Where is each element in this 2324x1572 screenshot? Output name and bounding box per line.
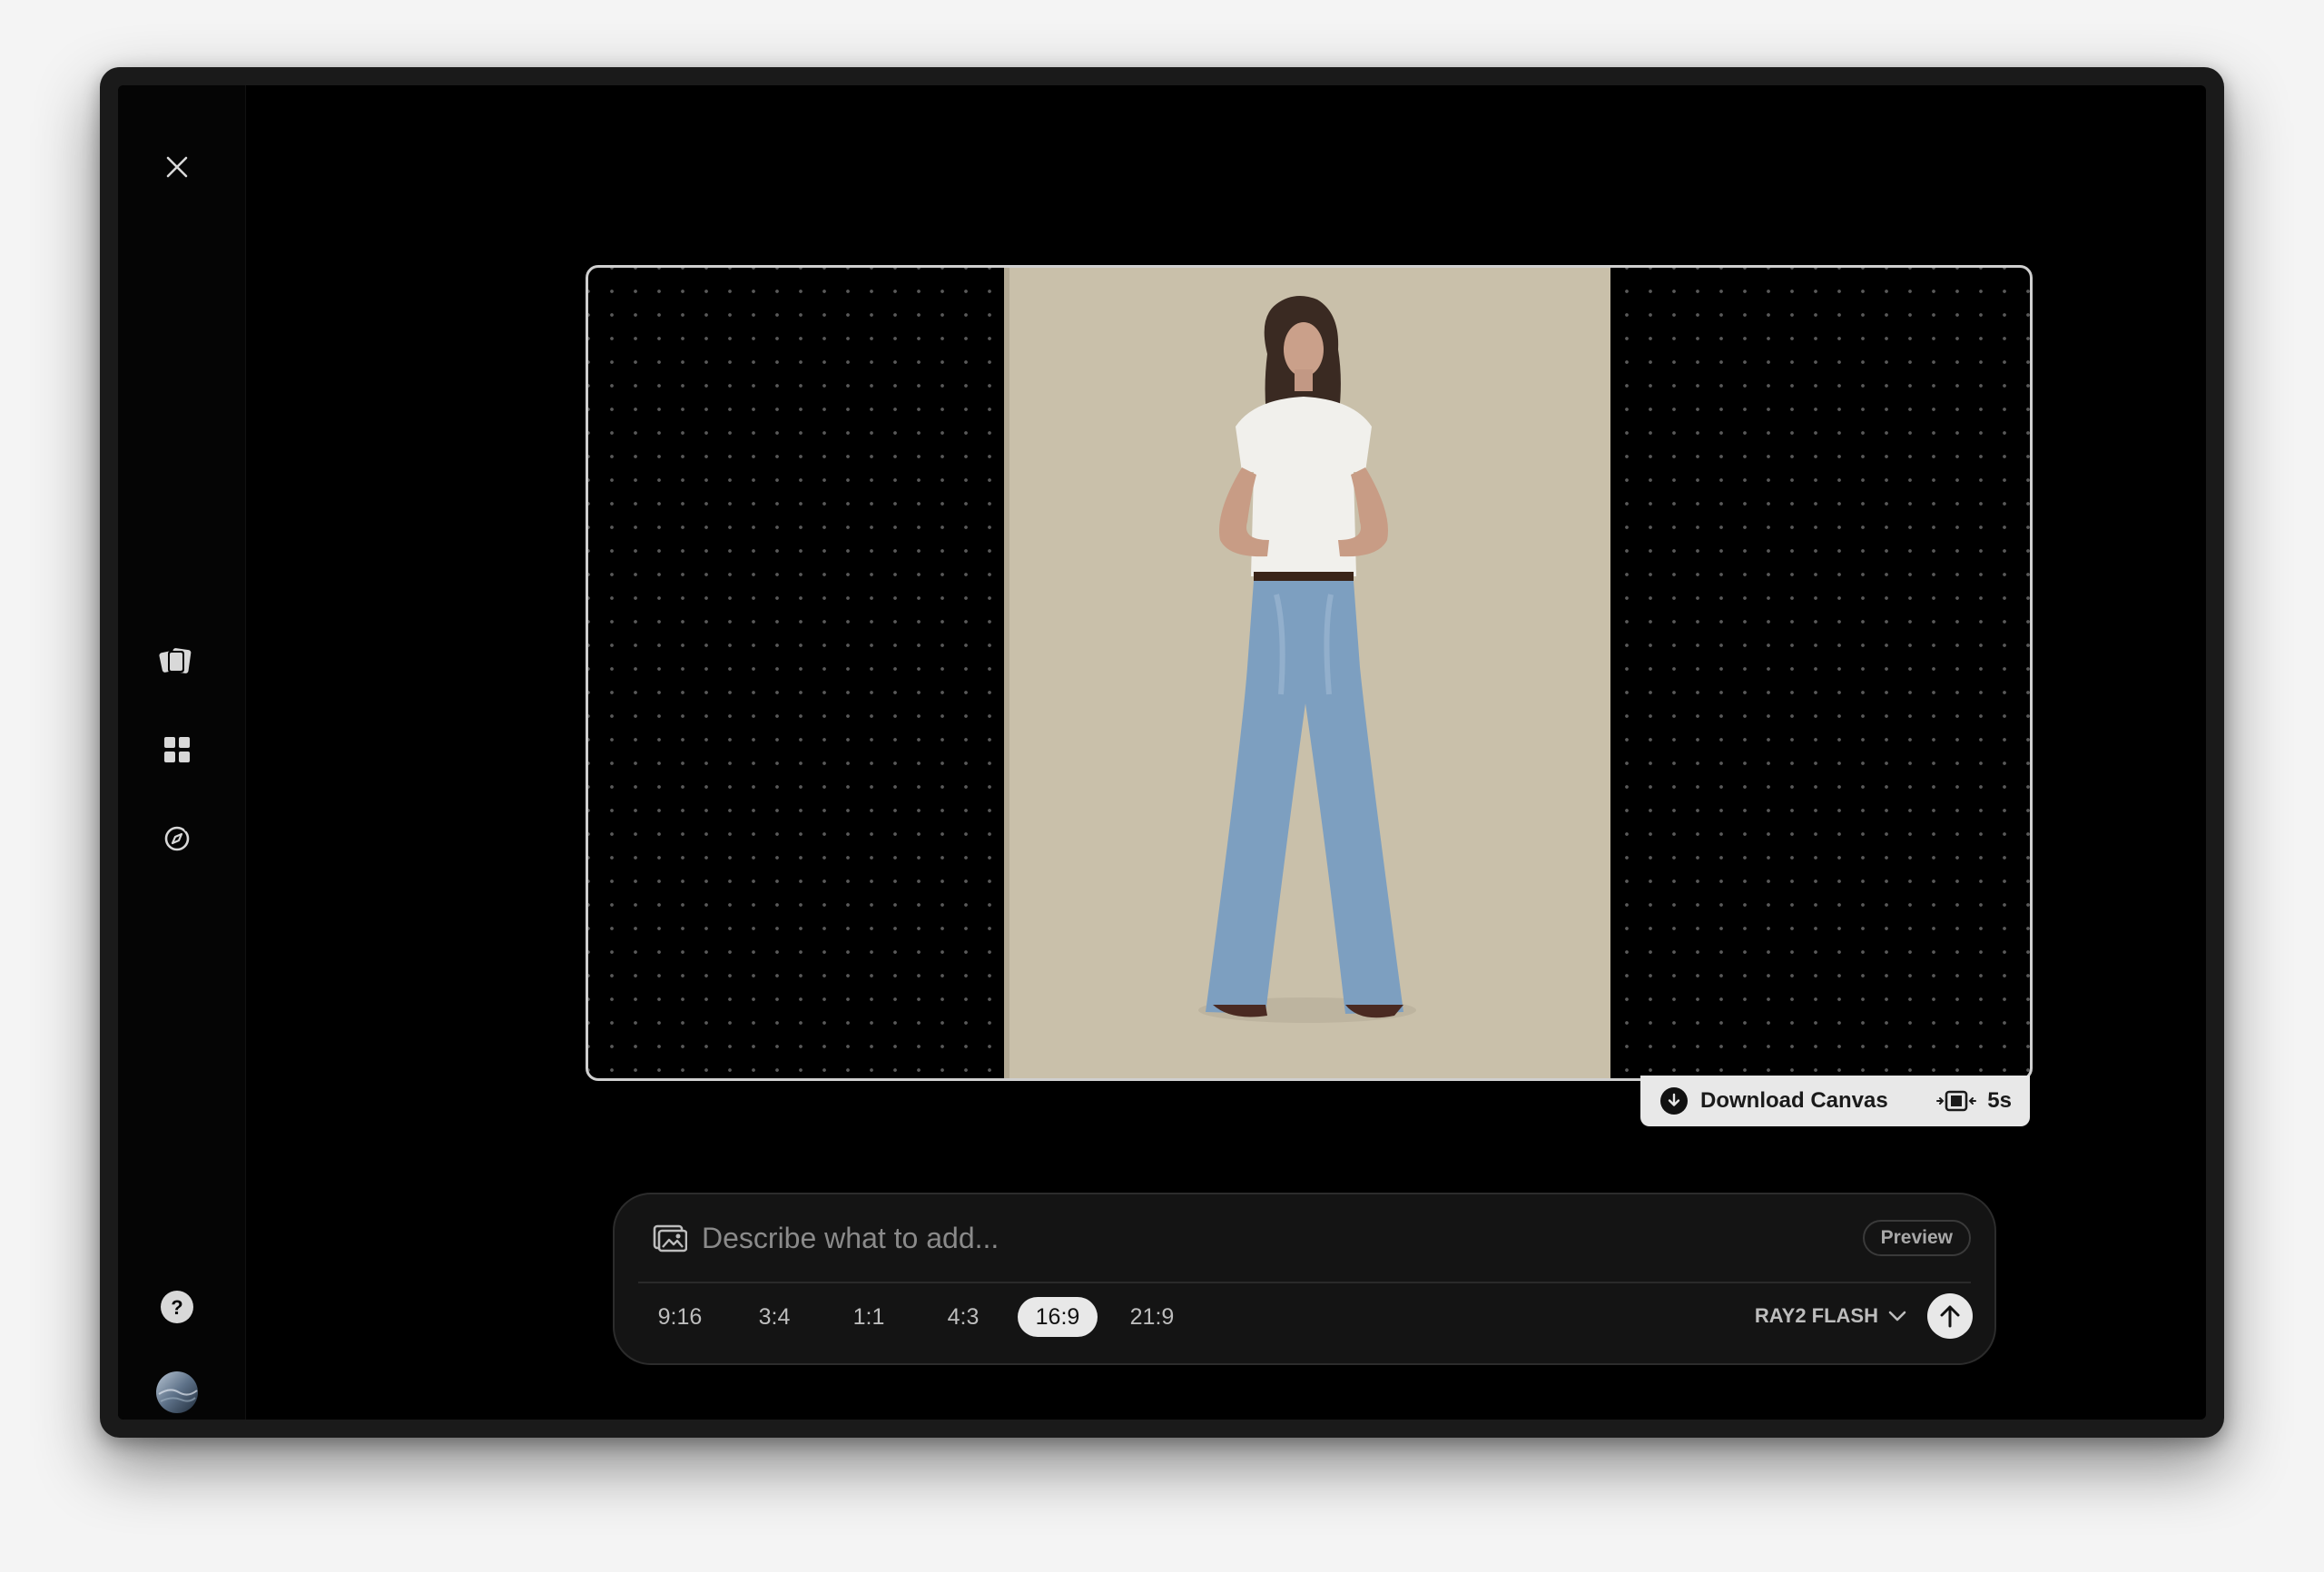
- grid-icon: [164, 737, 190, 762]
- ideas-button[interactable]: [150, 811, 204, 866]
- download-canvas-button[interactable]: Download Canvas: [1660, 1087, 1888, 1115]
- prompt-divider: [638, 1282, 1971, 1283]
- aspect-ratio-group: 9:16 3:4 1:1 4:3 16:9 21:9: [640, 1296, 1192, 1338]
- model-selector[interactable]: RAY2 FLASH: [1755, 1304, 1907, 1328]
- ratio-1-1-button[interactable]: 1:1: [829, 1297, 909, 1337]
- svg-text:?: ?: [171, 1296, 182, 1319]
- avatar: [156, 1371, 198, 1413]
- ratio-9-16-button[interactable]: 9:16: [640, 1297, 720, 1337]
- sidebar: ?: [118, 85, 246, 1420]
- model-area: RAY2 FLASH: [1755, 1292, 1973, 1340]
- prompt-row: Preview: [651, 1214, 1971, 1262]
- preview-button[interactable]: Preview: [1862, 1220, 1971, 1256]
- help-icon: ?: [161, 1291, 193, 1323]
- boards-button[interactable]: [150, 634, 204, 688]
- help-button[interactable]: ?: [150, 1280, 204, 1334]
- app-window: ? Download Canvas 5s Describe what to ad…: [100, 67, 2224, 1438]
- canvas-image: [1004, 268, 1610, 1078]
- image-upload-button[interactable]: [651, 1219, 689, 1257]
- model-label: RAY2 FLASH: [1754, 1304, 1878, 1327]
- grid-button[interactable]: [150, 722, 204, 777]
- submit-button[interactable]: [1927, 1293, 1973, 1339]
- canvas-toolbar: Download Canvas 5s: [1640, 1076, 2030, 1126]
- chevron-down-icon: [1888, 1311, 1906, 1321]
- close-button[interactable]: [150, 140, 204, 194]
- profile-button[interactable]: [150, 1365, 204, 1420]
- canvas-area[interactable]: [586, 265, 2033, 1081]
- ratio-3-4-button[interactable]: 3:4: [734, 1297, 814, 1337]
- arrow-up-icon: [1940, 1305, 1960, 1328]
- cards-icon: [159, 648, 192, 673]
- prompt-input[interactable]: [700, 1220, 1863, 1256]
- duration-label: 5s: [1987, 1088, 2012, 1113]
- prompt-panel: Preview 9:16 3:4 1:1 4:3 16:9 21:9 RAY2 …: [613, 1193, 1996, 1365]
- download-icon: [1660, 1087, 1688, 1115]
- close-icon: [166, 156, 188, 178]
- ratio-16-9-button[interactable]: 16:9: [1018, 1297, 1098, 1337]
- compass-icon: [164, 826, 190, 851]
- ratio-4-3-button[interactable]: 4:3: [923, 1297, 1003, 1337]
- download-canvas-label: Download Canvas: [1700, 1088, 1888, 1113]
- duration-selector[interactable]: 5s: [1936, 1088, 2012, 1114]
- ratio-21-9-button[interactable]: 21:9: [1112, 1297, 1192, 1337]
- film-frame-icon: [1936, 1090, 1977, 1112]
- image-upload-icon: [653, 1224, 687, 1253]
